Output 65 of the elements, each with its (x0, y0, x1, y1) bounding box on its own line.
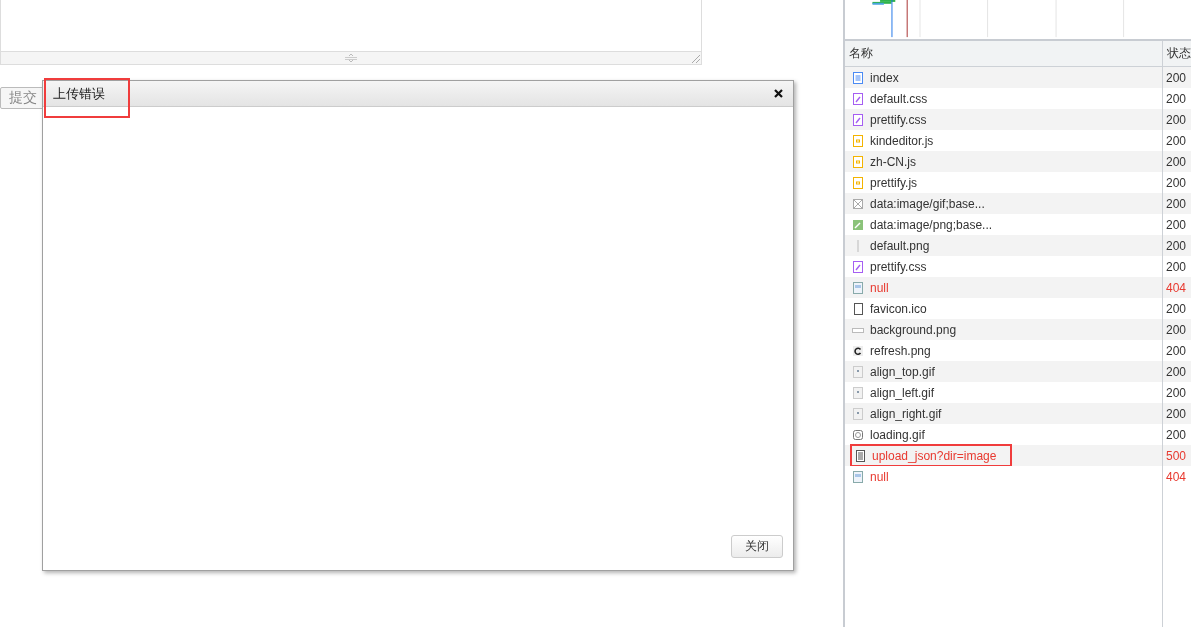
resize-grip-icon[interactable] (692, 55, 700, 63)
status-code: 200 (1166, 217, 1187, 232)
resize-handle-icon[interactable] (344, 54, 358, 62)
status-code: 200 (1166, 175, 1187, 190)
status-code: 200 (1166, 301, 1187, 316)
request-name[interactable]: prettify.css (870, 259, 927, 274)
thumbnail-icon (852, 365, 864, 378)
script-file-icon (852, 155, 864, 168)
status-code: 200 (1166, 70, 1187, 85)
status-code: 500 (1166, 448, 1187, 463)
status-code: 200 (1166, 406, 1187, 421)
request-name[interactable]: favicon.ico (870, 301, 927, 316)
status-code: 404 (1166, 280, 1187, 295)
column-header[interactable]: 状态 (1163, 45, 1191, 62)
document-icon (852, 71, 864, 84)
status-code: 200 (1166, 154, 1187, 169)
broken-image-icon (852, 197, 864, 210)
pencil-file-icon (852, 92, 864, 105)
close-button[interactable]: 关闭 (731, 535, 783, 558)
thumbnail-icon (852, 386, 864, 399)
thumbnail-icon (852, 407, 864, 420)
status-code: 200 (1166, 427, 1187, 442)
picture-file-icon (852, 470, 864, 483)
pencil-file-icon (852, 260, 864, 273)
status-code: 200 (1166, 343, 1187, 358)
loading-icon (852, 428, 864, 441)
request-name[interactable]: align_top.gif (870, 364, 935, 379)
request-name[interactable]: data:image/gif;base... (870, 196, 985, 211)
request-name[interactable]: index (870, 70, 899, 85)
status-code: 200 (1166, 112, 1187, 127)
status-code: 200 (1166, 238, 1187, 253)
text-file-icon (854, 449, 866, 462)
request-name[interactable]: prettify.css (870, 112, 927, 127)
request-name[interactable]: align_right.gif (870, 406, 942, 421)
request-name[interactable]: loading.gif (870, 427, 925, 442)
status-code: 200 (1166, 196, 1187, 211)
request-name[interactable]: null (870, 469, 889, 484)
status-code: 200 (1166, 385, 1187, 400)
picture-file-icon (852, 281, 864, 294)
image-icon (852, 218, 864, 231)
request-name[interactable]: refresh.png (870, 343, 931, 358)
status-code: 200 (1166, 364, 1187, 379)
script-file-icon (852, 134, 864, 147)
refresh-icon (852, 344, 864, 357)
request-name[interactable]: default.png (870, 238, 930, 253)
editor-area[interactable] (0, 0, 702, 65)
request-name[interactable]: kindeditor.js (870, 133, 934, 148)
status-code: 200 (1166, 91, 1187, 106)
column-header[interactable]: 名称 (845, 45, 873, 62)
status-code: 200 (1166, 259, 1187, 274)
request-name[interactable]: data:image/png;base... (870, 217, 993, 232)
pencil-file-icon (852, 113, 864, 126)
blank-file-icon (852, 302, 864, 315)
request-name[interactable]: null (870, 280, 889, 295)
script-file-icon (852, 176, 864, 189)
request-name[interactable]: prettify.js (870, 175, 918, 190)
close-icon[interactable] (774, 89, 783, 98)
request-name[interactable]: default.css (870, 91, 928, 106)
request-name[interactable]: zh-CN.js (870, 154, 916, 169)
request-name[interactable]: align_left.gif (870, 385, 935, 400)
status-code: 200 (1166, 133, 1187, 148)
status-code: 404 (1166, 469, 1187, 484)
request-name[interactable]: background.png (870, 322, 957, 337)
request-name[interactable]: upload_json?dir=image (872, 448, 997, 463)
status-code: 200 (1166, 322, 1187, 337)
